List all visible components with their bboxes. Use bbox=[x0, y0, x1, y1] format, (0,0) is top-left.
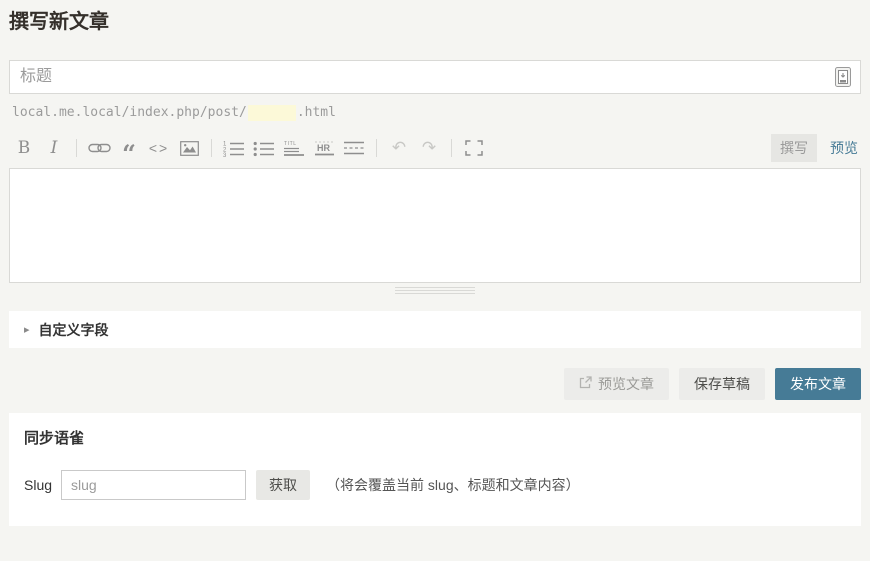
editor-resize-handle[interactable] bbox=[395, 287, 475, 296]
yuque-slug-row: Slug 获取 （将会覆盖当前 slug、标题和文章内容） bbox=[24, 470, 846, 500]
fetch-button[interactable]: 获取 bbox=[256, 470, 311, 500]
redo-icon[interactable]: ↷ bbox=[414, 136, 444, 160]
yuque-slug-input[interactable] bbox=[61, 470, 247, 500]
italic-icon[interactable]: I bbox=[39, 136, 69, 160]
title-field-row bbox=[9, 60, 861, 94]
save-draft-button[interactable]: 保存草稿 bbox=[679, 368, 765, 400]
external-link-icon bbox=[579, 376, 592, 392]
toolbar-divider bbox=[451, 139, 452, 157]
write-post-page: 撰写新文章 local.me.local/index.php/post/ .htm… bbox=[0, 12, 870, 526]
horizontal-rule-icon[interactable]: HR bbox=[309, 136, 339, 160]
code-icon[interactable]: <> bbox=[144, 136, 174, 160]
tab-preview[interactable]: 预览 bbox=[830, 138, 858, 158]
input-addon-icon[interactable] bbox=[835, 67, 851, 87]
preview-article-label: 预览文章 bbox=[598, 376, 654, 392]
custom-fields-toggle[interactable]: ▸ 自定义字段 bbox=[9, 311, 861, 348]
yuque-panel-title: 同步语雀 bbox=[24, 430, 85, 447]
yuque-sync-panel: 同步语雀 Slug 获取 （将会覆盖当前 slug、标题和文章内容） bbox=[9, 413, 861, 526]
blockquote-icon[interactable]: “ bbox=[114, 136, 144, 166]
publish-button[interactable]: 发布文章 bbox=[775, 368, 861, 400]
page-break-icon[interactable] bbox=[339, 136, 369, 160]
page-title: 撰写新文章 bbox=[9, 11, 109, 33]
slug-label: Slug bbox=[24, 477, 53, 493]
undo-icon[interactable]: ↶ bbox=[384, 136, 414, 160]
action-buttons-row: 预览文章 保存草稿 发布文章 bbox=[9, 368, 861, 400]
editor-toolbar: B I “ <> 1 2 3 TITL HR ↶ ↷ 撰写 预览 bbox=[9, 134, 861, 166]
chevron-right-icon: ▸ bbox=[24, 324, 30, 336]
link-icon[interactable] bbox=[84, 136, 114, 160]
permalink-slug-input[interactable] bbox=[247, 104, 296, 121]
ordered-list-icon[interactable]: 1 2 3 bbox=[219, 136, 249, 160]
svg-text:3: 3 bbox=[223, 153, 227, 157]
post-title-input[interactable] bbox=[9, 60, 861, 94]
yuque-hint-text: （将会覆盖当前 slug、标题和文章内容） bbox=[326, 477, 580, 493]
tab-write[interactable]: 撰写 bbox=[771, 134, 817, 162]
editor-textarea[interactable] bbox=[9, 168, 861, 283]
image-icon[interactable] bbox=[174, 136, 204, 160]
fullscreen-icon[interactable] bbox=[459, 136, 489, 160]
permalink-prefix: local.me.local/index.php/post/ bbox=[12, 105, 247, 120]
unordered-list-icon[interactable] bbox=[249, 136, 279, 160]
svg-text:TITL: TITL bbox=[284, 141, 297, 147]
svg-text:HR: HR bbox=[317, 143, 330, 153]
custom-fields-label: 自定义字段 bbox=[38, 321, 109, 338]
editor-mode-tabs: 撰写 预览 bbox=[771, 134, 861, 162]
bold-icon[interactable]: B bbox=[9, 136, 39, 160]
preview-article-button[interactable]: 预览文章 bbox=[564, 368, 669, 400]
toolbar-divider bbox=[211, 139, 212, 157]
toolbar-divider bbox=[376, 139, 377, 157]
heading-icon[interactable]: TITL bbox=[279, 136, 309, 160]
toolbar-divider bbox=[76, 139, 77, 157]
permalink-suffix: .html bbox=[296, 105, 336, 120]
permalink-preview: local.me.local/index.php/post/ .html bbox=[9, 104, 861, 121]
